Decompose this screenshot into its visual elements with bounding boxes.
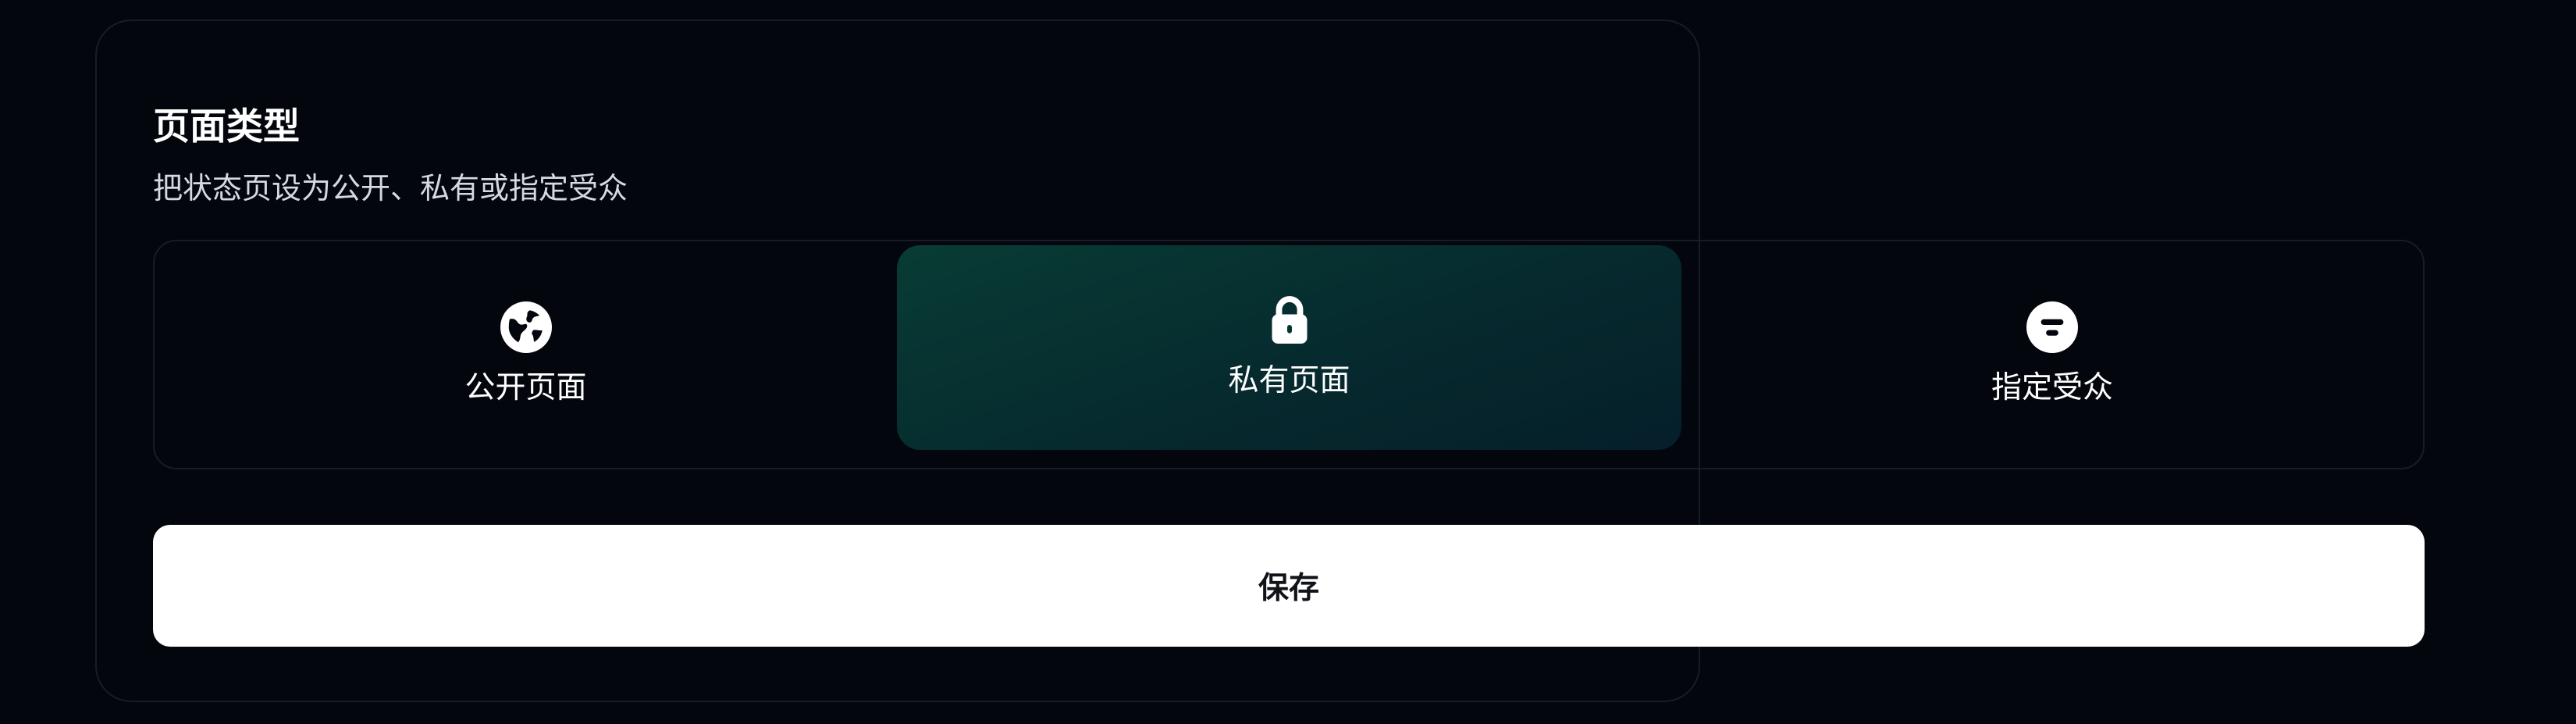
option-public-page[interactable]: 公开页面 xyxy=(155,241,897,468)
lock-icon xyxy=(1272,296,1307,344)
option-specific-audience[interactable]: 指定受众 xyxy=(1681,241,2423,468)
page-type-card: 页面类型 把状态页设为公开、私有或指定受众 公开页面 私有页面 指定受众 保存 xyxy=(95,20,2425,702)
option-label: 私有页面 xyxy=(1228,363,1350,398)
globe-icon xyxy=(500,301,552,353)
page: 页面类型 把状态页设为公开、私有或指定受众 公开页面 私有页面 指定受众 保存 xyxy=(0,0,2576,724)
option-private-page[interactable]: 私有页面 xyxy=(897,245,1681,450)
section-subtitle: 把状态页设为公开、私有或指定受众 xyxy=(153,171,628,205)
audience-icon xyxy=(2026,301,2078,353)
save-button[interactable]: 保存 xyxy=(153,525,2425,647)
section-title: 页面类型 xyxy=(153,105,300,148)
option-label: 指定受众 xyxy=(1991,370,2113,405)
option-label: 公开页面 xyxy=(464,370,587,405)
page-type-selector: 公开页面 私有页面 指定受众 xyxy=(153,240,2425,469)
